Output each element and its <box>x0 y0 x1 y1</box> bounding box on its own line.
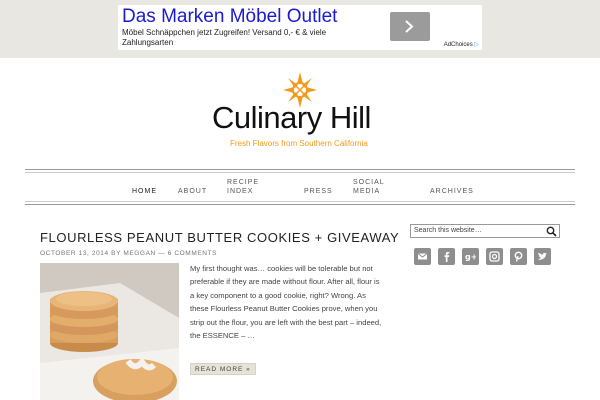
nav-item-press[interactable]: Press <box>304 187 333 196</box>
ad-title[interactable]: Das Marken Möbel Outlet <box>122 6 337 28</box>
social-twitter-button[interactable] <box>534 248 551 265</box>
search-icon[interactable] <box>546 226 557 237</box>
site-tagline: Fresh Flavors from Southern California <box>230 139 368 148</box>
adchoices-label[interactable]: AdChoices <box>444 42 473 48</box>
nav-item-home[interactable]: Home <box>132 187 157 196</box>
social-email-button[interactable] <box>414 248 431 265</box>
social-instagram-button[interactable] <box>486 248 503 265</box>
chevron-right-icon <box>405 20 414 33</box>
nav-item-about[interactable]: About <box>178 187 207 196</box>
post-meta: October 13, 2014 by Meggan — 6 Comments <box>40 250 217 257</box>
search-input[interactable]: Search this website… <box>414 227 482 234</box>
nav-item-recipe-index[interactable]: Recipe Index <box>227 178 267 196</box>
search-form[interactable]: Search this website… <box>410 224 560 238</box>
post-comments-link[interactable]: 6 Comments <box>168 250 217 257</box>
email-icon <box>417 253 428 260</box>
adchoices-link[interactable]: AdChoices ▷ <box>444 41 479 48</box>
post-thumbnail[interactable] <box>40 263 179 400</box>
ad-next-button[interactable] <box>390 12 430 41</box>
instagram-icon <box>489 251 500 262</box>
social-pinterest-button[interactable] <box>510 248 527 265</box>
post-by: by <box>111 250 121 257</box>
svg-text:g+: g+ <box>465 253 476 262</box>
social-facebook-button[interactable] <box>438 248 455 265</box>
cookies-photo <box>40 263 179 400</box>
main-nav: Home About Recipe Index Press Social Med… <box>25 169 575 205</box>
pinterest-icon <box>514 251 523 262</box>
ad-pagination <box>242 42 258 50</box>
ad-unit[interactable]: Das Marken Möbel Outlet Möbel Schnäppche… <box>118 5 482 50</box>
post-date: October 13, 2014 <box>40 250 109 257</box>
post-title[interactable]: Flourless Peanut Butter Cookies + Giveaw… <box>40 230 399 245</box>
adchoices-icon: ▷ <box>474 42 479 48</box>
read-more-button[interactable]: Read More » <box>190 363 256 375</box>
nav-item-archives[interactable]: Archives <box>430 187 474 196</box>
social-google-plus-button[interactable]: g+ <box>462 248 479 265</box>
post-author-link[interactable]: Meggan <box>123 250 156 257</box>
site-title[interactable]: Culinary Hill <box>212 100 371 136</box>
twitter-icon <box>538 252 547 260</box>
ad-banner-area: Das Marken Möbel Outlet Möbel Schnäppche… <box>0 0 600 58</box>
google-plus-icon: g+ <box>465 253 476 262</box>
nav-item-social-media[interactable]: Social Media <box>353 178 393 196</box>
post-excerpt: My first thought was… cookies will be to… <box>190 264 382 341</box>
meta-separator: — <box>158 250 166 257</box>
facebook-icon <box>444 252 450 262</box>
